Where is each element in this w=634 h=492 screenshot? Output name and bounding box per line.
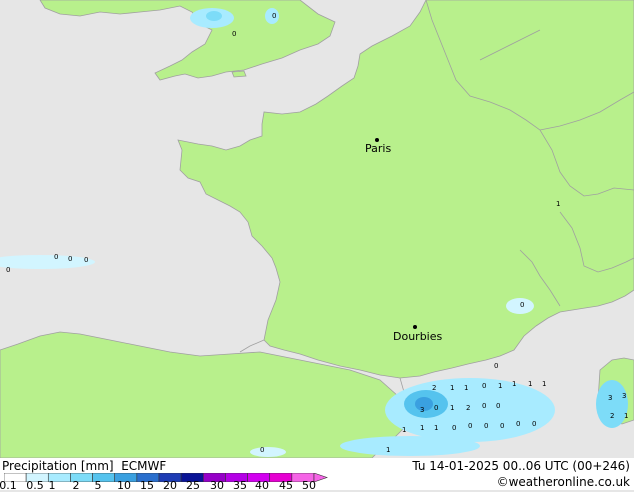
precip-value: 1: [556, 200, 560, 208]
precip-value: 0: [68, 255, 72, 263]
precip-value: 0: [482, 402, 486, 410]
precip-value: 0: [494, 362, 498, 370]
precip-value: 0: [452, 424, 456, 432]
legend-variable: Precipitation [mm]: [2, 459, 114, 473]
precip-value: 0: [434, 404, 438, 412]
precip-value: 0: [468, 422, 472, 430]
precip-value: 1: [402, 426, 406, 434]
dourbies-dot: [413, 325, 417, 329]
precip-value: 1: [542, 380, 546, 388]
legend-tick-label: 15: [140, 479, 154, 492]
precip-value: 2: [610, 412, 614, 420]
precip-value: 0: [272, 12, 276, 20]
legend-title: Precipitation [mm] ECMWF: [2, 459, 166, 473]
precip-value: 1: [420, 424, 424, 432]
precip-value: 0: [496, 402, 500, 410]
precip-value: 2: [466, 404, 470, 412]
precip-value: 0: [500, 422, 504, 430]
precip-area-sw: [250, 447, 286, 457]
legend-tick-label: 0.1: [0, 479, 17, 492]
legend-tick-label: 35: [233, 479, 247, 492]
legend-tick-label: 0.5: [26, 479, 44, 492]
legend-tick-label: 50: [302, 479, 316, 492]
precip-value: 0: [232, 30, 236, 38]
precip-value: 1: [624, 412, 628, 420]
precip-value: 0: [532, 420, 536, 428]
precip-value: 1: [528, 380, 532, 388]
precip-value: 1: [450, 404, 454, 412]
map-footer: Precipitation [mm] ECMWF Tu 14-01-2025 0…: [0, 458, 634, 492]
legend-tick-label: 2: [72, 479, 80, 492]
dourbies-label: Dourbies: [393, 330, 443, 343]
land-isle-of-wight: [231, 70, 247, 78]
credit-link[interactable]: ©weatheronline.co.uk: [497, 475, 630, 489]
precip-value: 2: [432, 384, 436, 392]
precip-value: 1: [512, 380, 516, 388]
precip-value: 1: [464, 384, 468, 392]
precip-value: 0: [84, 256, 88, 264]
legend-tick-label: 45: [279, 479, 293, 492]
precip-value: 0: [260, 446, 264, 454]
paris-label: Paris: [365, 142, 391, 155]
precip-value: 0: [6, 266, 10, 274]
precip-value: 1: [386, 446, 390, 454]
precip-value: 0: [54, 253, 58, 261]
precip-value: 0: [516, 420, 520, 428]
legend-tick-label: 1: [48, 479, 56, 492]
legend-tick-label: 10: [117, 479, 131, 492]
precip-value: 1: [498, 382, 502, 390]
legend-tick-label: 40: [255, 479, 269, 492]
valid-time: Tu 14-01-2025 00..06 UTC (00+246): [412, 459, 630, 473]
precip-value: 1: [450, 384, 454, 392]
precip-value: 3: [608, 394, 612, 402]
legend-tick-label: 5: [94, 479, 102, 492]
legend-tick-label: 20: [163, 479, 177, 492]
precip-value: 1: [434, 424, 438, 432]
precip-value: 3: [622, 392, 626, 400]
precip-value: 0: [484, 422, 488, 430]
precip-value: 0: [482, 382, 486, 390]
precipitation-map: Paris Dourbies 0 0 0 0 0 0 1 0 0 2 1 1 0…: [0, 0, 634, 458]
precip-area-south: [340, 436, 480, 456]
legend-tick-label: 30: [210, 479, 224, 492]
forecast-map-stage: Paris Dourbies 0 0 0 0 0 0 1 0 0 2 1 1 0…: [0, 0, 634, 492]
legend-model: ECMWF: [121, 459, 167, 473]
precip-value: 3: [420, 406, 424, 414]
precip-value: 0: [520, 301, 524, 309]
legend-tick-label: 25: [186, 479, 200, 492]
precip-area-corsica: [596, 380, 628, 428]
precip-area-channel-core: [206, 11, 222, 21]
